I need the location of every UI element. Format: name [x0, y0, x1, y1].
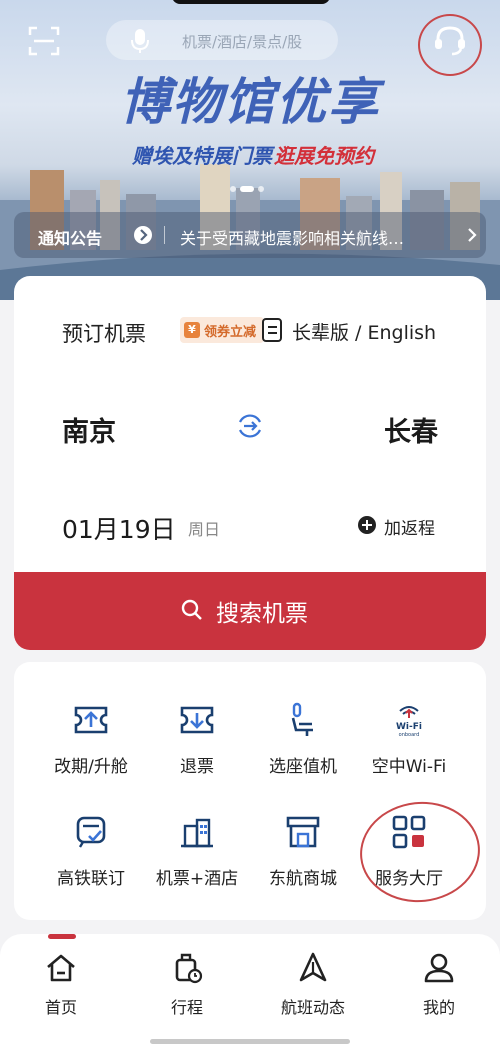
plus-icon[interactable]	[358, 516, 376, 534]
shop-icon	[286, 816, 320, 848]
plane-icon	[299, 952, 327, 982]
tab-label: 航班动态	[280, 998, 345, 1017]
banner-subtitle-highlight: 逛展免预约	[274, 144, 374, 168]
service-label: 改期/升舱	[54, 757, 128, 777]
service-item-rail[interactable]: 高铁联订	[32, 814, 150, 914]
coupon-icon: ¥	[184, 322, 200, 338]
wifi-onboard-icon: Wi-Fi onboard	[396, 706, 422, 738]
service-item-flight-hotel[interactable]: 机票+酒店	[138, 814, 256, 914]
tab-home[interactable]: 首页	[6, 952, 116, 1022]
ticket-upgrade-icon	[74, 706, 108, 734]
svg-text:Wi-Fi: Wi-Fi	[396, 722, 422, 732]
tab-label: 我的	[422, 998, 455, 1017]
carousel-indicator	[230, 186, 264, 192]
search-flights-label: 搜索机票	[216, 600, 308, 626]
search-input[interactable]: 机票/酒店/景点/股	[106, 20, 338, 60]
swap-cities-icon[interactable]	[236, 412, 264, 440]
service-item-reschedule[interactable]: 改期/升舱	[32, 702, 150, 802]
services-grid: 改期/升舱 退票 选座值机 Wi-Fi onboard 空中Wi-Fi 高铁联订…	[14, 662, 486, 920]
luggage-icon	[175, 953, 203, 984]
service-item-mall[interactable]: 东航商城	[244, 814, 362, 914]
coupon-label: 领券立减	[204, 324, 257, 340]
elder-english-toggle[interactable]: 长辈版 / English	[292, 318, 436, 345]
microphone-icon[interactable]	[130, 28, 150, 54]
tab-trips[interactable]: 行程	[132, 952, 242, 1022]
tab-label: 首页	[44, 998, 77, 1017]
service-item-refund[interactable]: 退票	[138, 702, 256, 802]
svg-text:onboard: onboard	[399, 732, 420, 738]
departure-city[interactable]: 南京	[62, 410, 116, 449]
chevron-right-icon[interactable]	[466, 226, 478, 244]
search-flights-button[interactable]: 搜索机票	[14, 572, 486, 650]
elder-mode-icon[interactable]	[260, 316, 284, 344]
device-notch	[172, 0, 330, 4]
service-item-seat-checkin[interactable]: 选座值机	[244, 702, 362, 802]
banner-title: 博物馆优享	[120, 72, 380, 131]
service-label: 机票+酒店	[155, 869, 239, 889]
arrival-city[interactable]: 长春	[384, 410, 438, 449]
seat-icon	[291, 702, 313, 736]
service-label: 选座值机	[269, 757, 337, 777]
notice-text: 关于受西藏地震影响相关航线…	[180, 229, 405, 248]
search-placeholder: 机票/酒店/景点/股	[182, 33, 303, 51]
ticket-refund-icon	[180, 706, 214, 734]
user-icon	[424, 953, 454, 983]
notice-bar[interactable]: 通知公告 关于受西藏地震影响相关航线…	[14, 212, 486, 258]
train-icon	[76, 816, 106, 848]
bottom-tab-bar: 首页 行程 航班动态 我的	[0, 934, 500, 1049]
service-label: 退票	[180, 757, 214, 777]
divider	[164, 226, 165, 244]
home-icon	[47, 954, 75, 982]
tab-flight-status[interactable]: 航班动态	[258, 952, 368, 1022]
tab-label: 行程	[170, 998, 203, 1017]
hotel-icon	[181, 818, 213, 848]
flight-booking-card: 预订机票 ¥ 领券立减 长辈版 / English 南京 长春 01月19日 周…	[14, 276, 486, 650]
banner-subtitle: 赠埃及特展门票	[132, 144, 272, 168]
departure-date[interactable]: 01月19日	[62, 510, 176, 546]
booking-title: 预订机票	[62, 322, 146, 346]
coupon-badge[interactable]: ¥ 领券立减	[180, 317, 265, 343]
service-item-wifi[interactable]: Wi-Fi onboard 空中Wi-Fi	[350, 702, 468, 802]
scan-icon[interactable]	[28, 26, 60, 56]
service-label: 高铁联订	[57, 869, 125, 889]
active-tab-indicator	[48, 934, 76, 939]
tab-profile[interactable]: 我的	[384, 952, 494, 1022]
carousel-dot-active	[240, 186, 254, 192]
promo-banner[interactable]: 机票/酒店/景点/股 博物馆优享 赠埃及特展门票 逛展免预约 通知公告 关于受西…	[0, 0, 500, 300]
carousel-dot	[258, 186, 264, 192]
notice-label: 通知公告	[38, 229, 103, 248]
search-icon	[181, 599, 202, 620]
add-return-button[interactable]: 加返程	[384, 514, 435, 539]
service-label: 空中Wi-Fi	[371, 757, 447, 777]
weekday-label: 周日	[188, 520, 221, 539]
carousel-dot	[230, 186, 236, 192]
service-label: 东航商城	[269, 869, 337, 889]
chevron-right-icon	[134, 226, 152, 244]
home-indicator	[150, 1039, 350, 1044]
